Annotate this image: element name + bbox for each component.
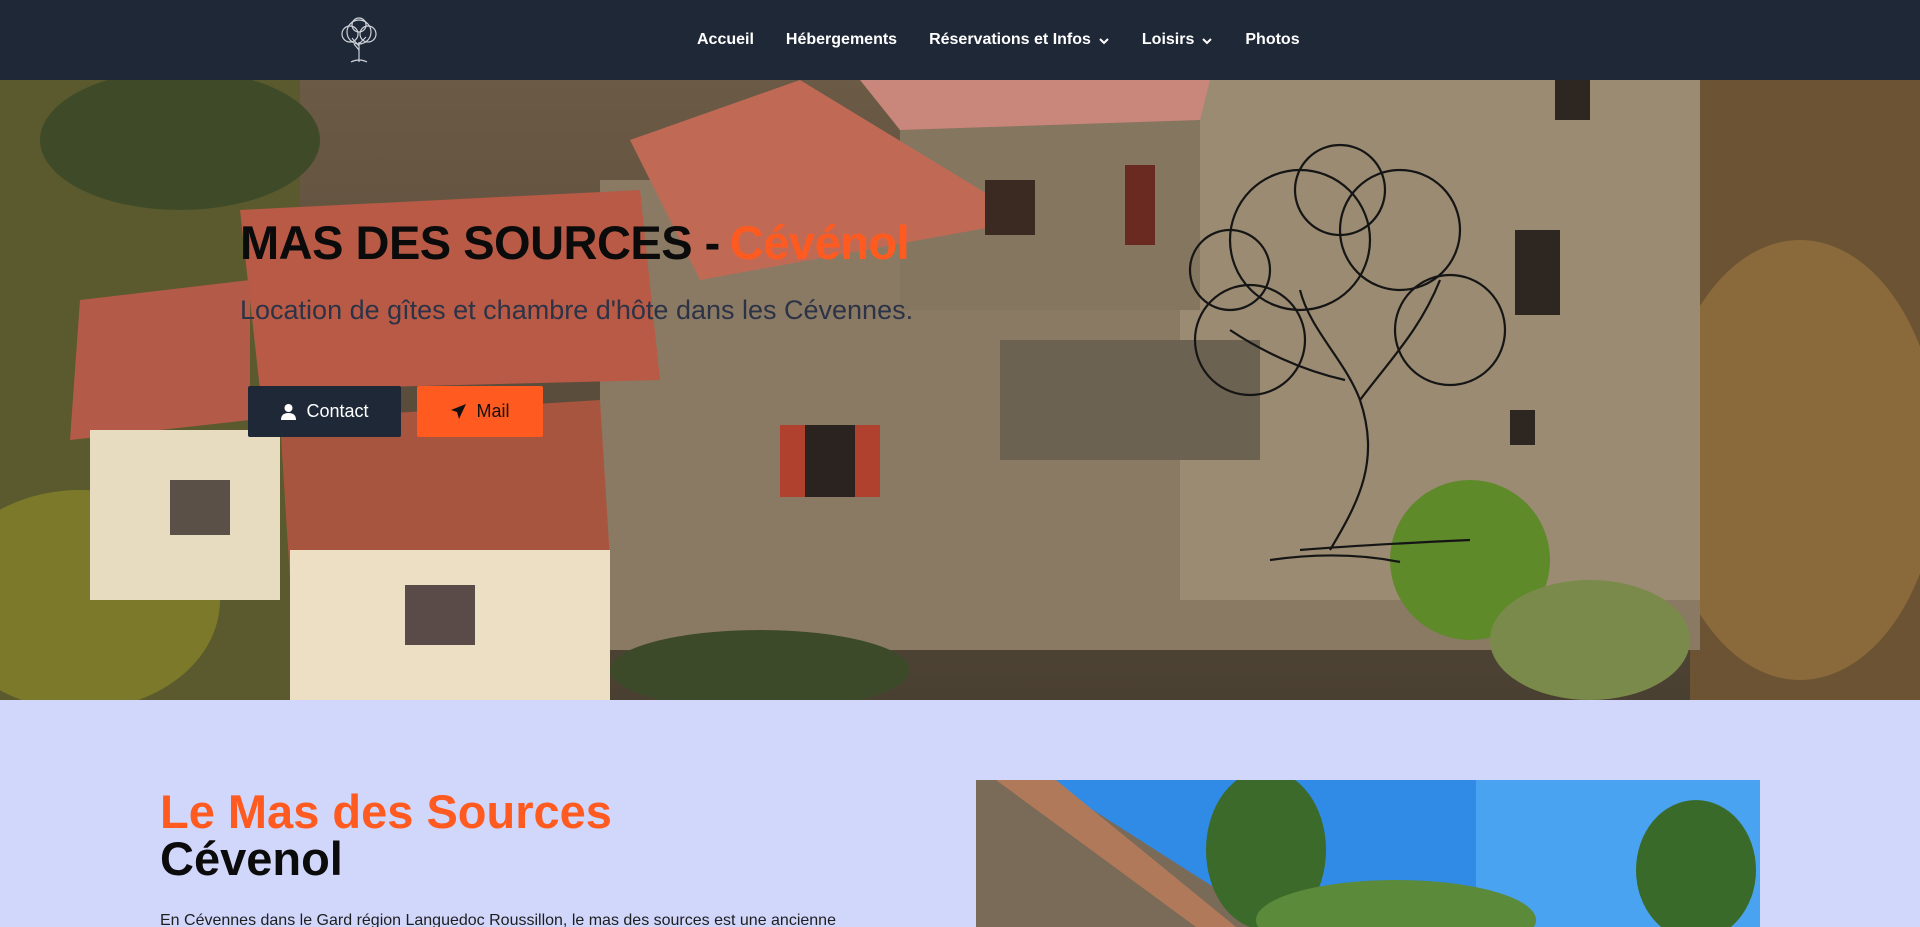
nav-label: Accueil: [697, 31, 754, 48]
navbar: Accueil Hébergements Réservations et Inf…: [0, 0, 1920, 80]
hero-banner: MAS DES SOURCES - Cévénol Location de gît…: [0, 80, 1920, 700]
nav-hebergements[interactable]: Hébergements: [770, 31, 913, 49]
hero-subtitle: Location de gîtes et chambre d'hôte dans…: [240, 295, 914, 325]
hero-title-accent: Cévénol: [729, 216, 910, 269]
chevron-down-icon: [1201, 34, 1213, 46]
contact-button-label: Contact: [306, 401, 369, 421]
hero-title-main: MAS DES SOURCES -: [240, 216, 720, 269]
mail-button-label: Mail: [476, 401, 510, 421]
nav-label: Loisirs: [1141, 31, 1195, 48]
intro-paragraph: En Cévennes dans le Gard région Languedo…: [160, 912, 836, 927]
nav-photos[interactable]: Photos: [1229, 31, 1315, 49]
nav-reservations[interactable]: Réservations et Infos: [913, 31, 1126, 49]
mail-button[interactable]: Mail: [417, 386, 543, 437]
chevron-down-icon: [1098, 34, 1110, 46]
nav-label: Photos: [1245, 31, 1300, 48]
intro-section: Le Mas des Sources Cévenol En Cévennes d…: [0, 700, 1920, 927]
nav-loisirs[interactable]: Loisirs: [1126, 31, 1229, 49]
user-icon: [280, 403, 297, 420]
intro-photo: [976, 780, 1760, 927]
main-nav: Accueil Hébergements Réservations et Inf…: [681, 0, 1316, 80]
nav-accueil[interactable]: Accueil: [681, 31, 770, 49]
paper-plane-icon: [450, 403, 467, 420]
nav-label: Réservations et Infos: [929, 31, 1091, 48]
hero-title: MAS DES SOURCES - Cévénol: [240, 215, 910, 270]
tree-icon[interactable]: [333, 14, 385, 66]
intro-title-line2: Cévenol: [160, 832, 343, 885]
contact-button[interactable]: Contact: [248, 386, 401, 437]
nav-label: Hébergements: [785, 31, 898, 48]
